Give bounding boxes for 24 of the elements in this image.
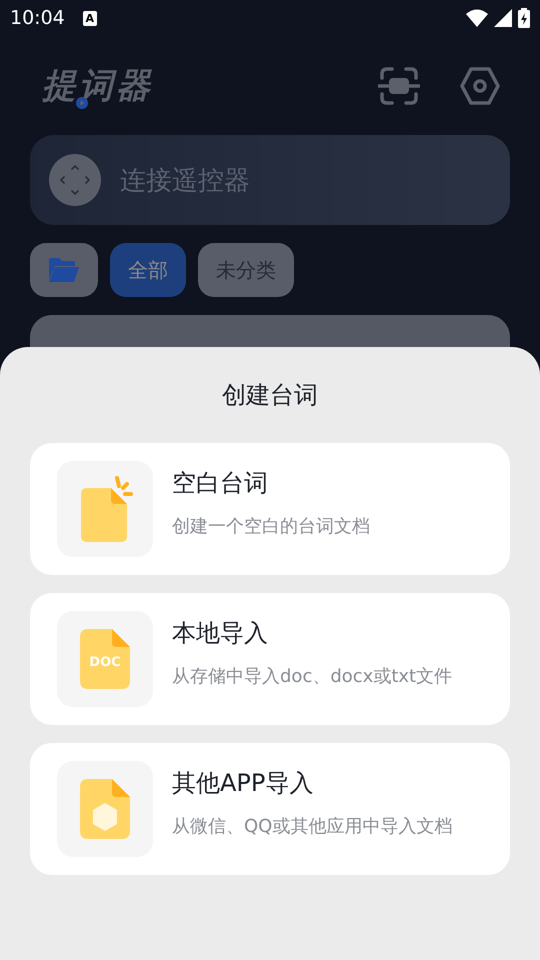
battery-icon: [518, 8, 530, 28]
wifi-icon: [466, 9, 488, 27]
status-time: 10:04: [10, 7, 65, 29]
option-description: 创建一个空白的台词文档: [172, 515, 370, 539]
signal-icon: [494, 9, 512, 27]
folder-button[interactable]: [30, 243, 98, 297]
option-title: 空白台词: [172, 468, 269, 499]
doc-file-icon: DOC: [80, 629, 130, 689]
option-title: 本地导入: [172, 618, 269, 649]
app-logo: 提词器: [42, 62, 153, 108]
option-card[interactable]: 空白台词 创建一个空白的台词文档: [30, 443, 510, 575]
app-file-icon: [80, 779, 130, 839]
option-card[interactable]: 其他APP导入 从微信、QQ或其他应用中导入文档: [30, 743, 510, 875]
remote-control-icon: [49, 154, 101, 206]
sheet-title: 创建台词: [222, 380, 318, 411]
option-description: 从存储中导入doc、docx或txt文件: [172, 665, 452, 689]
folder-icon: [49, 258, 79, 282]
settings-icon[interactable]: [460, 66, 500, 104]
scan-icon[interactable]: [378, 66, 420, 104]
notification-icon: A: [82, 10, 97, 26]
remote-label: 连接遥控器: [120, 164, 250, 198]
option-title: 其他APP导入: [172, 768, 314, 799]
option-card[interactable]: DOC 本地导入 从存储中导入doc、docx或txt文件: [30, 593, 510, 725]
option-description: 从微信、QQ或其他应用中导入文档: [172, 815, 452, 839]
